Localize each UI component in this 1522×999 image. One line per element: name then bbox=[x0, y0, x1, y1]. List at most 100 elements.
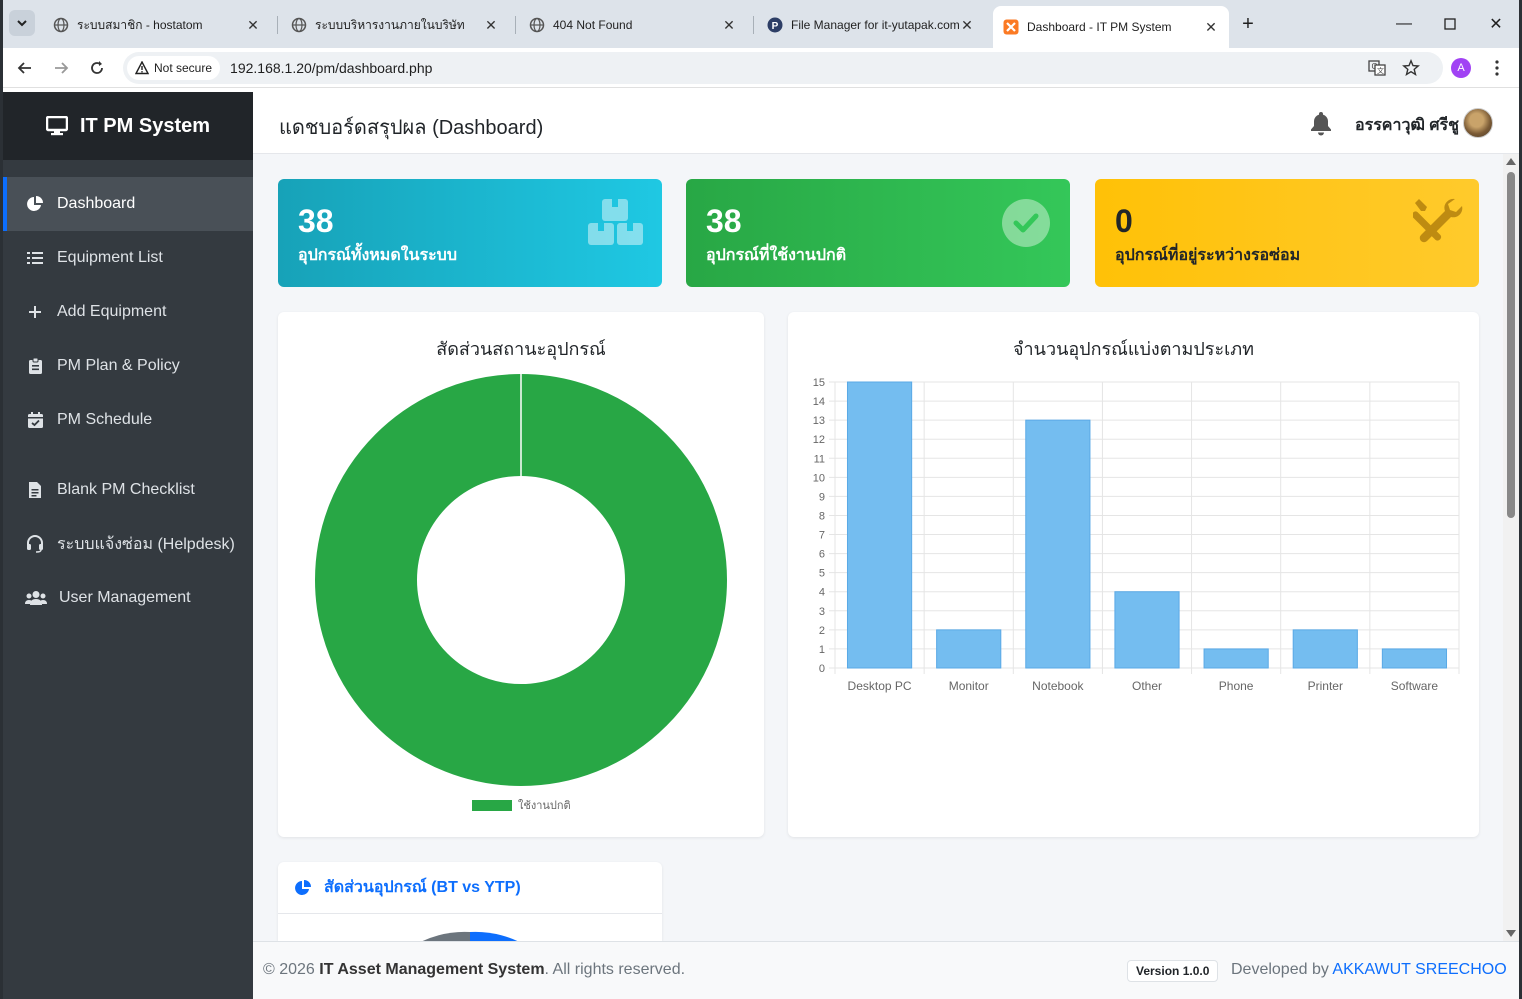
address-bar[interactable]: Not secure 192.168.1.20/pm/dashboard.php bbox=[123, 52, 1443, 84]
stat-value: 38 bbox=[298, 203, 334, 239]
version-badge: Version 1.0.0 bbox=[1127, 960, 1219, 982]
stat-label: อุปกรณ์ที่อยู่ระหว่างรอซ่อม bbox=[1115, 247, 1301, 264]
reload-button[interactable] bbox=[83, 54, 111, 82]
bar[interactable] bbox=[936, 629, 1002, 669]
browser-window: ระบบสมาชิก - hostatom ✕ ระบบบริหารงานภาย… bbox=[3, 0, 1519, 999]
forward-button[interactable] bbox=[47, 54, 75, 82]
stat-card-total: 38 อุปกรณ์ทั้งหมดในระบบ bbox=[278, 179, 662, 287]
svg-text:文: 文 bbox=[1377, 66, 1384, 75]
tab-title: 404 Not Found bbox=[553, 18, 633, 32]
avatar[interactable] bbox=[1463, 108, 1493, 138]
url-text[interactable]: 192.168.1.20/pm/dashboard.php bbox=[230, 60, 432, 76]
brand[interactable]: IT PM System bbox=[3, 92, 253, 160]
bell-icon bbox=[1311, 112, 1331, 136]
developer-link[interactable]: AKKAWUT SREECHOO bbox=[1332, 961, 1506, 978]
sidebar-item-blank-pm-checklist[interactable]: Blank PM Checklist bbox=[3, 463, 253, 517]
y-tick-label: 7 bbox=[819, 530, 825, 542]
y-tick-label: 14 bbox=[813, 396, 825, 408]
sidebar-item-label: Add Equipment bbox=[57, 303, 167, 320]
x-tick-label: Software bbox=[1391, 679, 1439, 693]
close-window-button[interactable]: ✕ bbox=[1481, 10, 1511, 38]
status-chart-card: สัดส่วนสถานะอุปกรณ์ ใช้งานปกติ bbox=[278, 312, 764, 837]
y-tick-label: 8 bbox=[819, 510, 825, 522]
profile-avatar: A bbox=[1451, 58, 1471, 78]
footer-developer: Developed by AKKAWUT SREECHOO bbox=[1231, 961, 1507, 978]
browser-toolbar: Not secure 192.168.1.20/pm/dashboard.php… bbox=[3, 48, 1519, 88]
tab-search-button[interactable] bbox=[9, 10, 35, 36]
stat-value: 38 bbox=[706, 203, 742, 239]
bar[interactable] bbox=[1292, 629, 1358, 669]
y-tick-label: 13 bbox=[813, 415, 825, 427]
y-tick-label: 15 bbox=[813, 377, 825, 389]
reload-icon bbox=[91, 61, 103, 74]
user-name[interactable]: อรรคาวุฒิ ศรีชู bbox=[1355, 113, 1459, 138]
browser-menu-button[interactable] bbox=[1483, 54, 1511, 82]
sidebar-item-helpdesk[interactable]: ระบบแจ้งซ่อม (Helpdesk) bbox=[3, 517, 253, 571]
sidebar-item-pm-plan-policy[interactable]: PM Plan & Policy bbox=[3, 339, 253, 393]
close-icon[interactable]: ✕ bbox=[721, 17, 737, 33]
y-tick-label: 0 bbox=[819, 663, 825, 675]
security-chip[interactable]: Not secure bbox=[127, 56, 221, 80]
scroll-up-arrow[interactable] bbox=[1506, 158, 1516, 165]
translate-button[interactable]: G文 bbox=[1363, 54, 1391, 82]
xampp-icon bbox=[1003, 19, 1019, 35]
y-tick-label: 12 bbox=[813, 434, 825, 446]
browser-tab[interactable]: ระบบสมาชิก - hostatom ✕ bbox=[43, 8, 271, 42]
bar[interactable] bbox=[1114, 591, 1180, 669]
close-icon[interactable]: ✕ bbox=[959, 17, 975, 33]
card-title: สัดส่วนอุปกรณ์ (BT vs YTP) bbox=[324, 879, 521, 896]
notification-button[interactable] bbox=[1309, 110, 1333, 141]
minimize-button[interactable]: — bbox=[1389, 10, 1419, 38]
stat-card-normal: 38 อุปกรณ์ที่ใช้งานปกติ bbox=[686, 179, 1070, 287]
sidebar-item-equipment-list[interactable]: Equipment List bbox=[3, 231, 253, 285]
bar[interactable] bbox=[1203, 648, 1269, 669]
y-tick-label: 6 bbox=[819, 549, 825, 561]
close-icon[interactable]: ✕ bbox=[245, 17, 261, 33]
browser-tab[interactable]: 404 Not Found ✕ bbox=[519, 8, 747, 42]
maximize-button[interactable] bbox=[1435, 10, 1465, 38]
page-title: แดชบอร์ดสรุปผล (Dashboard) bbox=[279, 117, 544, 139]
arrow-left-icon bbox=[17, 62, 31, 74]
sidebar-item-label: PM Schedule bbox=[57, 411, 153, 428]
x-tick-label: Monitor bbox=[949, 679, 989, 693]
tab-strip: ระบบสมาชิก - hostatom ✕ ระบบบริหารงานภาย… bbox=[3, 0, 1519, 48]
brand-name: IT PM System bbox=[79, 114, 211, 137]
x-tick-label: Phone bbox=[1219, 679, 1254, 693]
profile-button[interactable]: A bbox=[1447, 54, 1475, 82]
page-scrollbar[interactable] bbox=[1503, 154, 1519, 941]
translate-icon: G文 bbox=[1368, 60, 1386, 76]
sidebar-item-pm-schedule[interactable]: PM Schedule bbox=[3, 393, 253, 447]
sidebar-item-dashboard[interactable]: Dashboard bbox=[3, 177, 253, 231]
tab-title: ระบบสมาชิก - hostatom bbox=[77, 17, 203, 32]
bar[interactable] bbox=[1381, 648, 1448, 669]
back-button[interactable] bbox=[11, 54, 39, 82]
globe-icon bbox=[529, 17, 545, 33]
calendar-check-icon bbox=[25, 410, 45, 430]
sidebar-item-label: Blank PM Checklist bbox=[57, 481, 195, 498]
scroll-down-arrow[interactable] bbox=[1506, 930, 1516, 937]
bar[interactable] bbox=[1025, 419, 1091, 669]
sidebar-item-user-management[interactable]: User Management bbox=[3, 571, 253, 625]
browser-tab[interactable]: ระบบบริหารงานภายในบริษัท ✕ bbox=[281, 8, 509, 42]
footer-system-name: IT Asset Management System bbox=[319, 961, 545, 978]
tools-icon bbox=[1411, 197, 1463, 252]
scroll-thumb[interactable] bbox=[1507, 172, 1515, 518]
headset-icon bbox=[25, 534, 45, 554]
browser-tab-active[interactable]: Dashboard - IT PM System ✕ bbox=[993, 6, 1229, 48]
top-navbar: แดชบอร์ดสรุปผล (Dashboard) อรรคาวุฒิ ศรี… bbox=[253, 92, 1519, 154]
sidebar-item-add-equipment[interactable]: Add Equipment bbox=[3, 285, 253, 339]
arrow-right-icon bbox=[55, 62, 69, 74]
browser-tab[interactable]: P File Manager for it-yutapak.com ✕ bbox=[757, 8, 985, 42]
close-icon[interactable]: ✕ bbox=[483, 17, 499, 33]
boxes-icon bbox=[588, 199, 644, 252]
list-icon bbox=[25, 248, 45, 268]
x-tick-label: Printer bbox=[1308, 679, 1343, 693]
bar[interactable] bbox=[846, 381, 913, 669]
y-tick-label: 1 bbox=[819, 644, 825, 656]
x-tick-label: Notebook bbox=[1032, 679, 1084, 693]
maximize-icon bbox=[1444, 18, 1456, 30]
bookmark-button[interactable] bbox=[1397, 54, 1425, 82]
sidebar-item-label: User Management bbox=[59, 589, 191, 606]
close-icon[interactable]: ✕ bbox=[1203, 19, 1219, 35]
new-tab-button[interactable]: + bbox=[1233, 10, 1263, 38]
